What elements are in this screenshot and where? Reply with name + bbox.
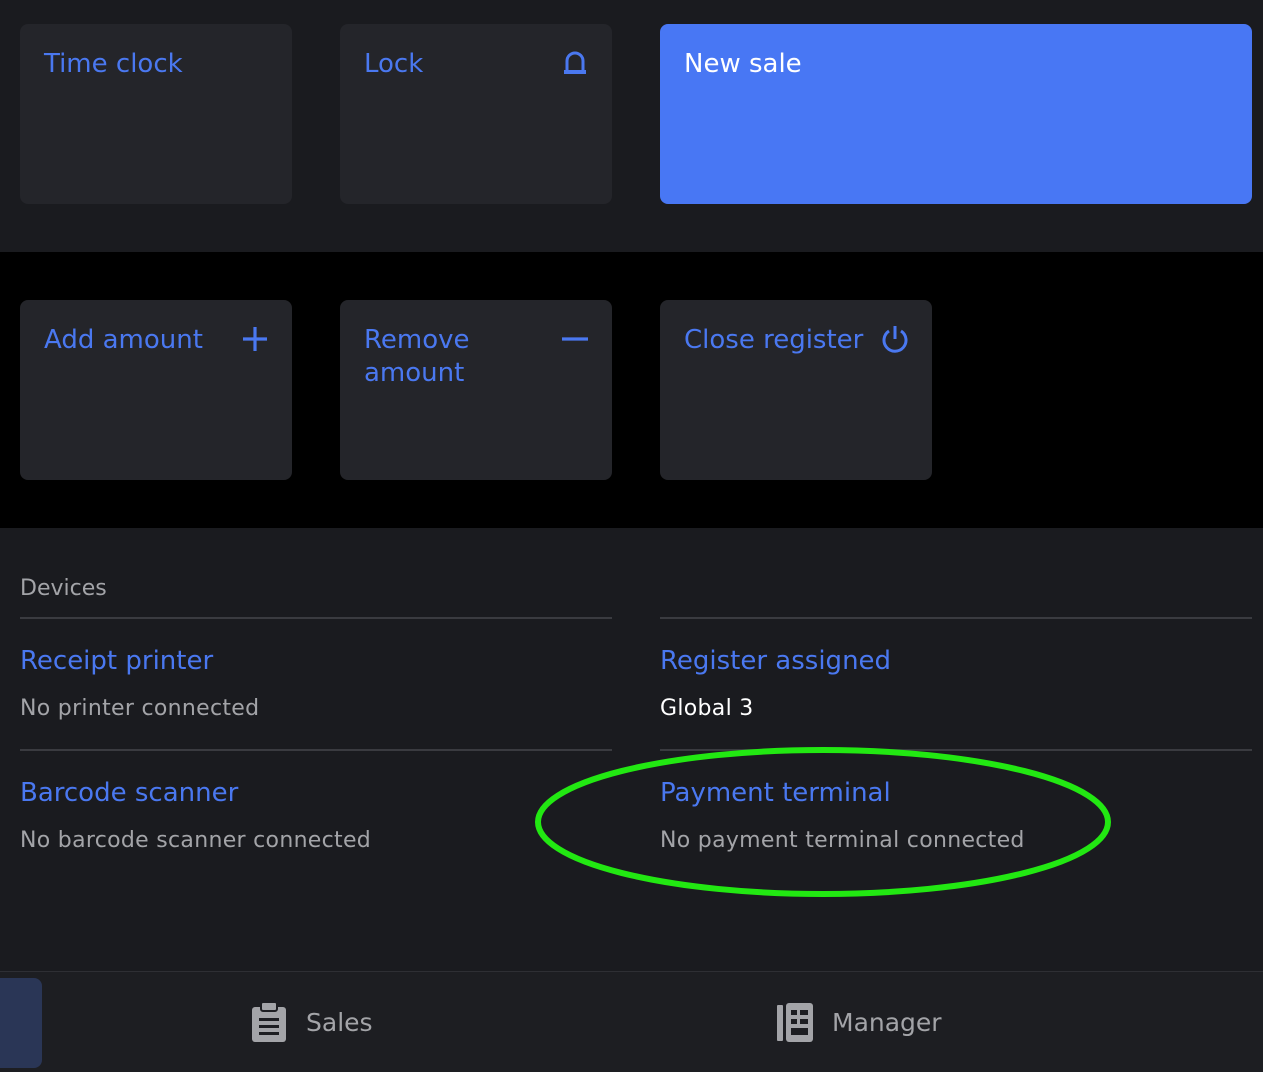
barcode-scanner-title[interactable]: Barcode scanner bbox=[20, 778, 238, 808]
bottom-nav: Sales Manager bbox=[0, 971, 1263, 1072]
time-clock-label: Time clock bbox=[44, 49, 183, 79]
payment-terminal-status: No payment terminal connected bbox=[660, 828, 1025, 853]
receipt-printer-title[interactable]: Receipt printer bbox=[20, 646, 213, 676]
add-amount-label: Add amount bbox=[44, 325, 203, 355]
close-register-label: Close register bbox=[684, 325, 864, 355]
bell-icon bbox=[564, 51, 586, 74]
register-actions-section: Add amount Remove amount Close register bbox=[0, 252, 1263, 528]
payment-terminal-title[interactable]: Payment terminal bbox=[660, 778, 891, 808]
pos-register-screen: Time clock Lock New sale Add amount Remo… bbox=[0, 0, 1263, 1072]
nav-sales-label: Sales bbox=[306, 1007, 373, 1037]
register-assigned-title[interactable]: Register assigned bbox=[660, 646, 891, 676]
minus-icon bbox=[562, 337, 588, 341]
divider bbox=[20, 749, 612, 751]
ledger-icon bbox=[777, 1003, 813, 1042]
nav-manager-label: Manager bbox=[832, 1007, 942, 1037]
nav-item-sales[interactable]: Sales bbox=[250, 972, 373, 1072]
close-register-tile[interactable]: Close register bbox=[660, 300, 932, 480]
register-assigned-value: Global 3 bbox=[660, 696, 754, 721]
lock-tile[interactable]: Lock bbox=[340, 24, 612, 204]
divider bbox=[660, 617, 1252, 619]
divider bbox=[20, 617, 612, 619]
plus-icon bbox=[243, 327, 267, 351]
receipt-printer-status: No printer connected bbox=[20, 696, 260, 721]
devices-section: Devices Receipt printer No printer conne… bbox=[0, 528, 1263, 971]
add-amount-tile[interactable]: Add amount bbox=[20, 300, 292, 480]
lock-label: Lock bbox=[364, 49, 424, 79]
devices-heading: Devices bbox=[20, 576, 107, 601]
clipboard-icon bbox=[252, 1001, 286, 1042]
new-sale-label: New sale bbox=[684, 49, 802, 79]
remove-amount-label: Remove amount bbox=[364, 325, 470, 388]
nav-item-manager[interactable]: Manager bbox=[776, 972, 942, 1072]
top-actions-section: Time clock Lock New sale bbox=[0, 0, 1263, 252]
barcode-scanner-status: No barcode scanner connected bbox=[20, 828, 372, 853]
new-sale-tile[interactable]: New sale bbox=[660, 24, 1252, 204]
power-icon bbox=[882, 326, 908, 353]
time-clock-tile[interactable]: Time clock bbox=[20, 24, 292, 204]
highlight-annotation bbox=[535, 747, 1111, 897]
remove-amount-tile[interactable]: Remove amount bbox=[340, 300, 612, 480]
divider bbox=[660, 749, 1252, 751]
nav-active-indicator[interactable] bbox=[0, 978, 42, 1068]
